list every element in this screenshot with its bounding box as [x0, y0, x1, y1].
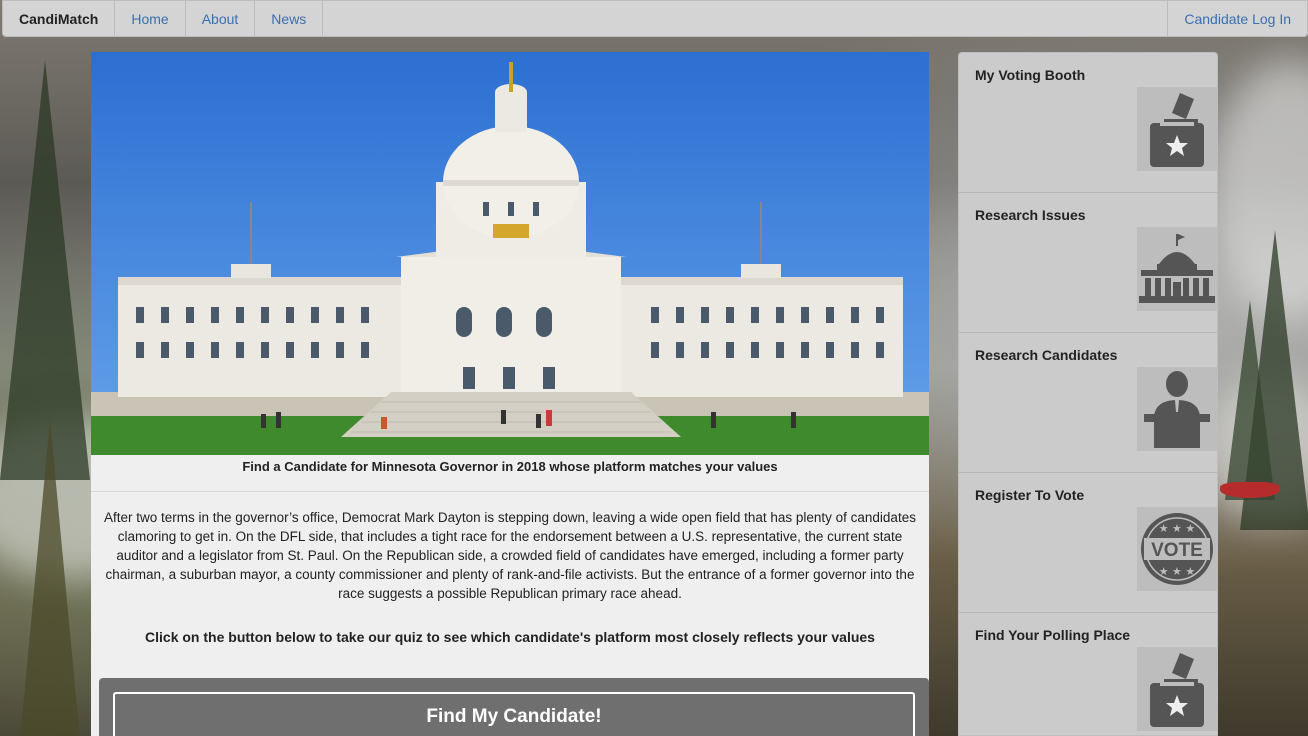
brand-logo[interactable]: CandiMatch: [3, 1, 116, 36]
nav-link-about[interactable]: About: [186, 1, 256, 36]
ballot-box-icon: [1137, 647, 1217, 731]
sidebar-item-research-candidates[interactable]: Research Candidates: [959, 333, 1217, 473]
find-my-candidate-button[interactable]: Find My Candidate!: [113, 692, 915, 736]
sidebar-item-register-to-vote[interactable]: Register To Vote VOTE ★ ★ ★ ★ ★ ★: [959, 473, 1217, 613]
cta-panel: Find My Candidate!: [99, 678, 929, 736]
sidebar-item-research-issues[interactable]: Research Issues: [959, 193, 1217, 333]
capitol-building-icon: [1137, 227, 1217, 311]
candidate-login-link[interactable]: Candidate Log In: [1167, 1, 1307, 36]
sidebar-item-label: My Voting Booth: [975, 67, 1086, 83]
top-navbar: CandiMatch Home About News Candidate Log…: [2, 0, 1308, 37]
sidebar-item-label: Find Your Polling Place: [975, 627, 1131, 643]
quiz-prompt: Click on the button below to take our qu…: [145, 629, 875, 645]
capitol-illustration: [91, 52, 929, 455]
svg-text:★ ★ ★: ★ ★ ★: [1159, 565, 1196, 578]
candidate-podium-icon: [1137, 367, 1217, 451]
nav-link-home[interactable]: Home: [115, 1, 186, 36]
hero-caption: Find a Candidate for Minnesota Governor …: [242, 459, 778, 474]
intro-paragraph: After two terms in the governor’s office…: [104, 510, 916, 601]
nav-link-news[interactable]: News: [255, 1, 324, 36]
vote-badge-icon: VOTE ★ ★ ★ ★ ★ ★: [1137, 507, 1217, 591]
sidebar-item-voting-booth[interactable]: My Voting Booth: [959, 53, 1217, 193]
svg-text:VOTE: VOTE: [1151, 540, 1203, 561]
sidebar-item-label: Research Candidates: [975, 347, 1118, 363]
sidebar-item-polling-place[interactable]: Find Your Polling Place: [959, 613, 1217, 736]
ballot-box-icon: [1137, 87, 1217, 171]
svg-text:★ ★ ★: ★ ★ ★: [1159, 522, 1196, 535]
sidebar-item-label: Research Issues: [975, 207, 1086, 223]
sidebar-item-label: Register To Vote: [975, 487, 1085, 503]
hero-image: [91, 52, 929, 455]
main-content: Find a Candidate for Minnesota Governor …: [91, 52, 929, 736]
sidebar: My Voting Booth Research Issues Research…: [958, 52, 1218, 736]
